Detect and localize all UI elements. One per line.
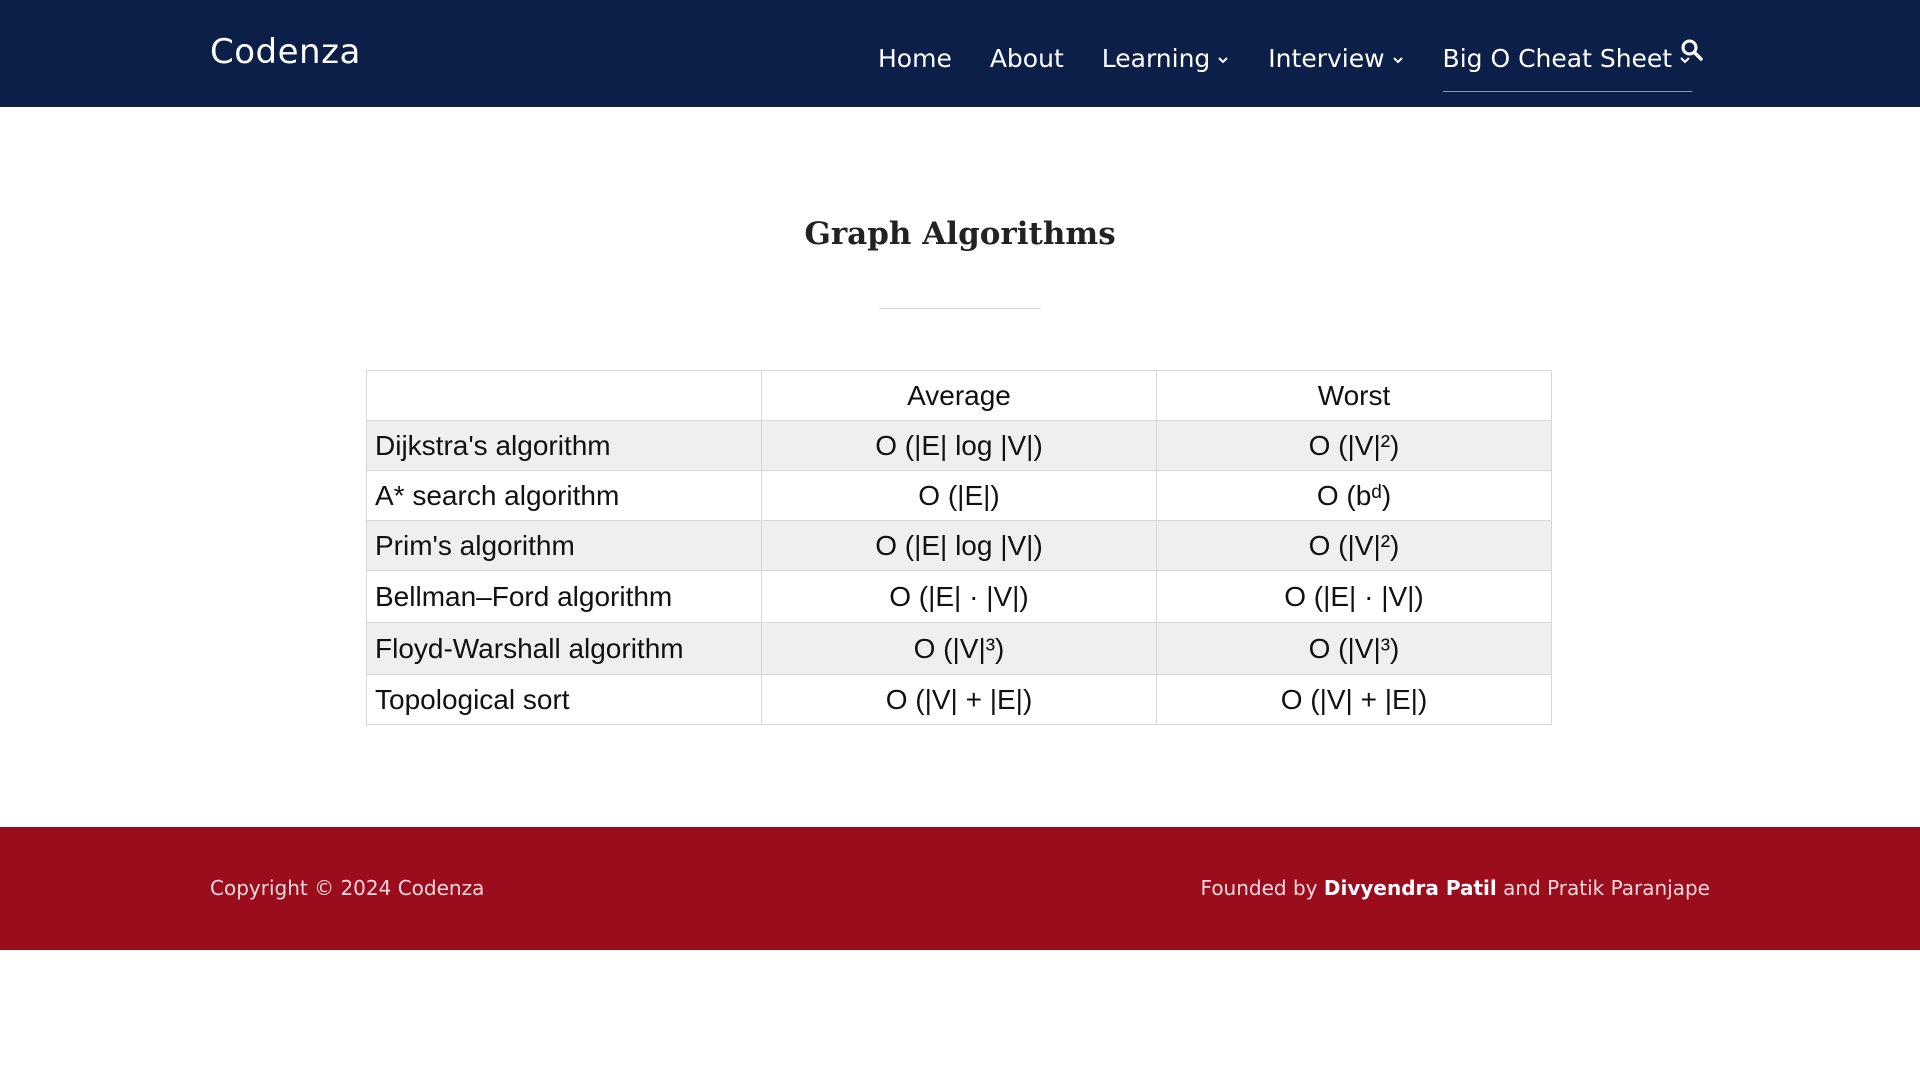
founded-connector: and: [1496, 876, 1548, 900]
chevron-down-icon: [1218, 56, 1229, 63]
worst-complexity: O (|E| · |V|): [1156, 570, 1552, 623]
average-complexity: O (|V| + |E|): [761, 674, 1157, 725]
algorithm-name: Topological sort: [366, 674, 762, 725]
nav-home-label: Home: [878, 44, 952, 73]
algorithm-name: Dijkstra's algorithm: [366, 420, 762, 471]
founded-prefix: Founded by: [1200, 876, 1324, 900]
site-logo[interactable]: Codenza: [210, 32, 361, 72]
average-complexity: O (|E|): [761, 470, 1157, 521]
worst-complexity: O (|V|³): [1156, 622, 1552, 675]
founder-name[interactable]: Divyendra Patil: [1324, 876, 1497, 900]
column-header-average: Average: [761, 370, 1157, 421]
nav-learning[interactable]: Learning: [1102, 34, 1231, 84]
algorithm-name: A* search algorithm: [366, 470, 762, 521]
nav-home[interactable]: Home: [878, 34, 952, 84]
page-title: Graph Algorithms: [804, 216, 1116, 252]
table-header-row: Average Worst: [366, 370, 1552, 421]
average-complexity: O (|E| · |V|): [761, 570, 1157, 623]
worst-complexity: O (|V| + |E|): [1156, 674, 1552, 725]
nav-about[interactable]: About: [990, 34, 1064, 84]
nav-big-o-label: Big O Cheat Sheet: [1442, 44, 1673, 73]
average-complexity: O (|E| log |V|): [761, 420, 1157, 471]
nav-learning-label: Learning: [1101, 44, 1211, 73]
founders-credit: Founded by Divyendra Patil and Pratik Pa…: [1201, 876, 1710, 900]
founder-name: Pratik Paranjape: [1547, 876, 1710, 900]
worst-complexity: O (|V|²): [1156, 520, 1552, 571]
copyright-text: Copyright © 2024 Codenza: [210, 876, 485, 900]
average-complexity: O (|E| log |V|): [761, 520, 1157, 571]
site-footer: Copyright © 2024 Codenza Founded by Divy…: [0, 827, 1920, 950]
average-complexity: O (|V|³): [761, 622, 1157, 675]
worst-complexity: O (bᵈ): [1156, 470, 1552, 521]
table-row: Topological sort O (|V| + |E|) O (|V| + …: [366, 674, 1552, 725]
complexity-table-container: Average Worst Dijkstra's algorithm O (|E…: [366, 370, 1552, 725]
algorithm-name: Prim's algorithm: [366, 520, 762, 571]
search-icon[interactable]: [1680, 38, 1704, 62]
worst-complexity: O (|V|²): [1156, 420, 1552, 471]
nav-interview[interactable]: Interview: [1268, 34, 1404, 84]
table-row: Floyd-Warshall algorithm O (|V|³) O (|V|…: [366, 622, 1552, 675]
table-row: Bellman–Ford algorithm O (|E| · |V|) O (…: [366, 570, 1552, 623]
table-row: Prim's algorithm O (|E| log |V|) O (|V|²…: [366, 520, 1552, 571]
main-nav: Home About Learning Interview Big O Chea…: [878, 0, 1730, 107]
chevron-down-icon: [1392, 56, 1403, 63]
title-divider: [879, 308, 1041, 309]
complexity-table: Average Worst Dijkstra's algorithm O (|E…: [366, 370, 1552, 725]
table-row: Dijkstra's algorithm O (|E| log |V|) O (…: [366, 420, 1552, 471]
table-row: A* search algorithm O (|E|) O (bᵈ): [366, 470, 1552, 521]
column-header-worst: Worst: [1156, 370, 1552, 421]
nav-about-label: About: [989, 44, 1064, 73]
nav-interview-label: Interview: [1268, 44, 1385, 73]
site-header: Codenza Home About Learning Interview Bi…: [0, 0, 1920, 107]
nav-big-o-cheat-sheet[interactable]: Big O Cheat Sheet: [1442, 34, 1693, 92]
column-header-algorithm: [366, 370, 762, 421]
algorithm-name: Bellman–Ford algorithm: [366, 570, 762, 623]
algorithm-name: Floyd-Warshall algorithm: [366, 622, 762, 675]
